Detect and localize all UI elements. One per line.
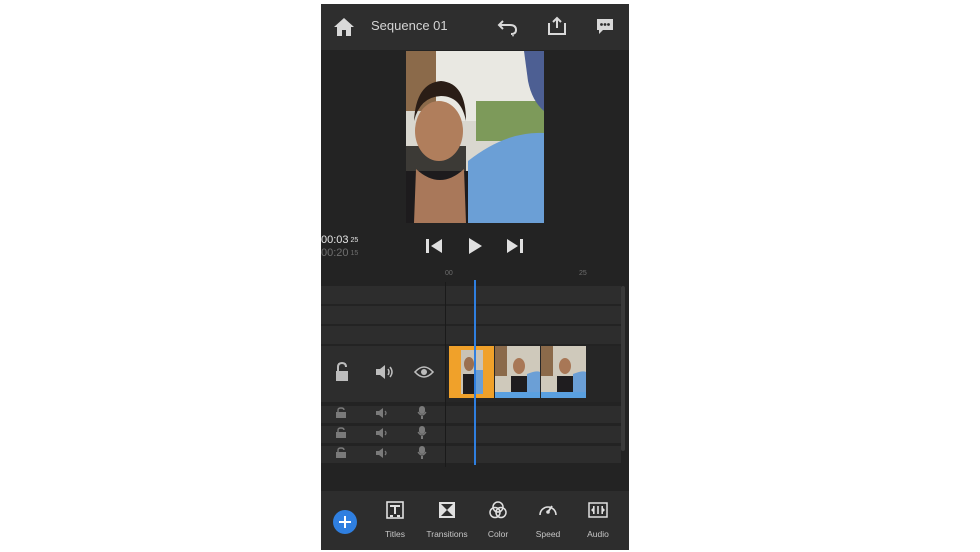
audio-icon: [588, 502, 608, 518]
step-back-icon[interactable]: [425, 238, 443, 254]
color-icon: [489, 501, 507, 519]
clip-thumbnail: [449, 346, 494, 398]
home-icon[interactable]: [333, 17, 355, 37]
microphone-icon[interactable]: [417, 406, 427, 419]
timeline-scrollbar[interactable]: [621, 286, 625, 451]
titles-icon: [386, 501, 404, 519]
empty-track: [321, 326, 621, 344]
ruler-start-label: 00: [445, 270, 453, 277]
video-clip[interactable]: [495, 346, 540, 398]
plus-icon: [339, 516, 351, 528]
preview-frame: [406, 51, 544, 223]
undo-icon[interactable]: [497, 17, 519, 37]
current-frames: 25: [350, 237, 359, 244]
current-time: 00:03 25: [321, 234, 358, 247]
top-bar: Sequence 01: [321, 4, 629, 50]
clip-thumbnail: [541, 346, 586, 398]
microphone-icon[interactable]: [417, 426, 427, 439]
microphone-icon[interactable]: [417, 446, 427, 459]
video-clip-selected[interactable]: [449, 346, 494, 398]
unlock-icon[interactable]: [335, 427, 347, 438]
transitions-label: Transitions: [426, 529, 468, 539]
eye-icon[interactable]: [414, 365, 434, 379]
play-icon[interactable]: [467, 237, 483, 255]
audio-button[interactable]: Audio: [569, 501, 627, 539]
audio-track[interactable]: [321, 406, 621, 423]
volume-icon[interactable]: [375, 428, 391, 438]
feedback-icon[interactable]: [595, 17, 615, 36]
app-window: Sequence 01 00:03 25 00:20 15 00 25 Titl…: [321, 4, 629, 550]
audio-label: Audio: [587, 529, 609, 539]
clip-thumbnail: [495, 346, 540, 398]
volume-icon[interactable]: [375, 408, 391, 418]
sequence-title: Sequence 01: [371, 18, 448, 33]
current-time-value: 00:03: [321, 234, 349, 246]
audio-track[interactable]: [321, 426, 621, 443]
bottom-toolbar: Titles Transitions Color Speed Audio: [321, 491, 629, 550]
volume-icon[interactable]: [375, 364, 395, 380]
unlock-icon[interactable]: [335, 447, 347, 458]
video-preview[interactable]: [406, 51, 544, 223]
ruler-end-label: 25: [579, 270, 587, 277]
unlock-icon[interactable]: [334, 362, 350, 382]
titles-label: Titles: [385, 529, 405, 539]
speed-icon: [539, 505, 557, 516]
timecode-display: 00:03 25 00:20 15: [321, 234, 358, 260]
track-header-divider: [445, 282, 446, 467]
transitions-button[interactable]: Transitions: [418, 501, 476, 539]
volume-icon[interactable]: [375, 448, 391, 458]
transitions-icon: [439, 502, 455, 518]
unlock-icon[interactable]: [335, 407, 347, 418]
add-media-button[interactable]: [333, 510, 357, 534]
titles-button[interactable]: Titles: [366, 501, 424, 539]
empty-track: [321, 306, 621, 324]
total-time: 00:20 15: [321, 247, 358, 260]
total-time-value: 00:20: [321, 247, 349, 259]
total-frames: 15: [350, 250, 359, 257]
playhead[interactable]: [474, 280, 476, 465]
empty-track: [321, 286, 621, 304]
share-icon[interactable]: [547, 16, 567, 36]
step-forward-icon[interactable]: [506, 238, 524, 254]
audio-track[interactable]: [321, 446, 621, 463]
video-clip[interactable]: [541, 346, 586, 398]
